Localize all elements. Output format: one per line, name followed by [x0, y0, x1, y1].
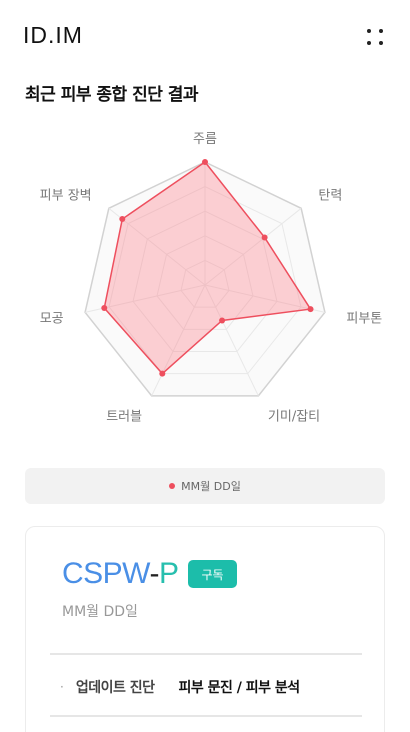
radar-point	[119, 216, 126, 223]
subscription-card[interactable]: CSPW-P 구독 MM월 DD일 · 업데이트 진단 피부 문진 / 피부 분…	[25, 526, 385, 732]
logo: ID.IM	[23, 22, 83, 48]
radar-point	[202, 159, 208, 165]
menu-grid-icon[interactable]	[362, 24, 388, 50]
update-row: · 업데이트 진단 피부 문진 / 피부 분석	[60, 677, 300, 697]
bullet: ·	[60, 680, 64, 694]
radar-axis-label: 피부톤	[346, 311, 382, 326]
radar-axis-label: 피부 장벽	[40, 189, 92, 204]
section-title: 최근 피부 종합 진단 결과	[25, 85, 199, 105]
radar-axis-label: 탄력	[318, 189, 342, 204]
legend-label: MM월 DD일	[181, 480, 241, 493]
subscription-badge: 구독	[188, 560, 237, 588]
product-name: CSPW-P	[62, 557, 179, 590]
radar-axis-label: 모공	[40, 311, 64, 326]
radar-point	[219, 317, 226, 324]
radar-point	[101, 304, 108, 311]
row-label: 업데이트 진단	[75, 680, 155, 696]
radar-axis-label: 기미/잡티	[268, 410, 320, 425]
row-value: 피부 문진 / 피부 분석	[178, 680, 300, 696]
radar-point	[159, 370, 166, 377]
radar-point	[261, 234, 268, 241]
product-title: CSPW-P 구독	[62, 557, 237, 591]
chart-legend: MM월 DD일	[25, 468, 385, 504]
radar-chart: 주름탄력피부톤기미/잡티 트러블 모공 피부 장벽	[40, 132, 383, 425]
divider	[50, 715, 362, 717]
radar-axis-label: 주름	[193, 132, 217, 147]
radar-axis-label: 트러블	[106, 410, 142, 425]
app-header: ID.IM	[0, 0, 410, 72]
card-date: MM월 DD일	[62, 604, 138, 620]
legend-dot	[169, 483, 176, 489]
radar-point	[307, 306, 314, 313]
divider	[50, 653, 362, 655]
